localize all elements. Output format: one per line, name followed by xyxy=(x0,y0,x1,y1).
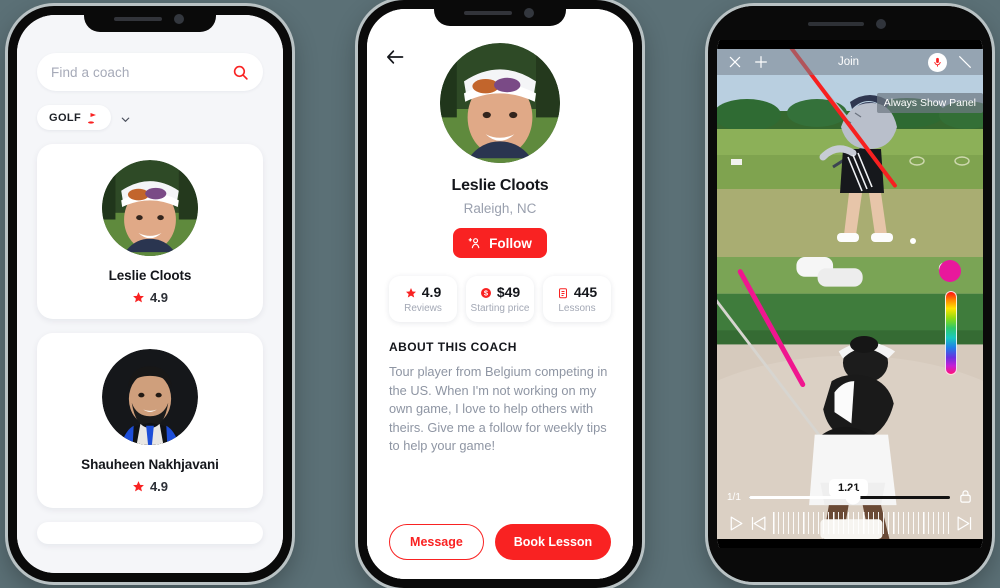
stat-label: Lessons xyxy=(558,303,596,314)
next-frame-icon[interactable] xyxy=(956,515,973,532)
phone-1-frame: Find a coach GOLF Leslie Cloots 4.9 Shau… xyxy=(8,6,292,582)
front-camera xyxy=(876,19,886,29)
about-body: Tour player from Belgium competing in th… xyxy=(389,364,608,454)
phone-3-screen: Join Always Show Panel 1.21 1/1 xyxy=(717,15,983,573)
chevron-down-icon[interactable] xyxy=(120,112,131,123)
line-tool-icon[interactable] xyxy=(957,54,973,70)
lock-icon[interactable] xyxy=(958,489,973,506)
stat-starting-price[interactable]: $ $49 Starting price xyxy=(466,276,534,322)
search-icon[interactable] xyxy=(232,64,249,81)
selected-color-swatch[interactable] xyxy=(939,260,961,282)
seek-handle[interactable] xyxy=(845,489,861,505)
phone-2-frame: Leslie Cloots Raleigh, NC Follow 4.9 Rev… xyxy=(358,0,642,588)
seek-slider[interactable] xyxy=(748,489,950,505)
filter-chip-golf[interactable]: GOLF xyxy=(37,105,112,130)
stat-value-row: 445 xyxy=(557,284,597,300)
book-lesson-button[interactable]: Book Lesson xyxy=(494,524,611,560)
video-analysis-screen: Join Always Show Panel 1.21 1/1 xyxy=(717,15,983,573)
coach-rating: 4.9 xyxy=(132,479,168,494)
screenshot-stage: Find a coach GOLF Leslie Cloots 4.9 Shau… xyxy=(0,0,1000,588)
avatar xyxy=(440,43,560,163)
phone-top-bezel xyxy=(708,6,992,40)
stat-value: 4.9 xyxy=(421,284,442,300)
profile-action-bar: Message Book Lesson xyxy=(367,517,633,579)
coach-rating-value: 4.9 xyxy=(149,479,169,494)
follow-button-label: Follow xyxy=(489,235,532,251)
coach-card[interactable]: Shauheen Nakhjavani 4.9 xyxy=(37,333,263,508)
stat-value-row: $ $49 xyxy=(480,284,520,300)
golfer-driving-range-video[interactable] xyxy=(717,49,983,257)
message-button[interactable]: Message xyxy=(389,524,484,560)
follow-button[interactable]: Follow xyxy=(453,228,547,258)
transport-row xyxy=(727,511,973,535)
earpiece-speaker xyxy=(808,22,864,26)
profile-scroll-area: Leslie Cloots Raleigh, NC Follow 4.9 Rev… xyxy=(367,9,633,517)
profile-location: Raleigh, NC xyxy=(463,201,537,216)
coach-name: Leslie Cloots xyxy=(108,268,192,283)
search-input[interactable]: Find a coach xyxy=(51,65,232,80)
stat-value-row: 4.9 xyxy=(405,284,441,300)
playback-controls: 1.21 1/1 xyxy=(717,479,983,539)
stat-reviews[interactable]: 4.9 Reviews xyxy=(389,276,457,322)
dollar-coin-icon: $ xyxy=(480,286,492,298)
front-camera xyxy=(174,14,184,24)
profile-hero: Leslie Cloots Raleigh, NC Follow xyxy=(389,43,611,258)
video-toolbar: Join xyxy=(717,49,983,75)
coach-search-screen: Find a coach GOLF Leslie Cloots 4.9 Shau… xyxy=(17,15,283,573)
always-show-panel-label[interactable]: Always Show Panel xyxy=(876,93,983,113)
about-heading: ABOUT THIS COACH xyxy=(389,340,517,354)
microphone-icon[interactable] xyxy=(928,52,947,72)
page-title: Leslie Cloots xyxy=(451,177,549,194)
filter-chip-label: GOLF xyxy=(49,111,82,124)
person-add-icon xyxy=(468,236,482,250)
color-spectrum-slider[interactable] xyxy=(945,291,957,375)
coach-profile-screen: Leslie Cloots Raleigh, NC Follow 4.9 Rev… xyxy=(367,9,633,579)
scrubber-major-ticks xyxy=(773,512,950,534)
play-icon[interactable] xyxy=(727,515,744,532)
phone-bottom-bezel xyxy=(708,548,992,582)
star-icon xyxy=(132,291,145,304)
search-bar[interactable]: Find a coach xyxy=(37,53,263,91)
phone-2-screen: Leslie Cloots Raleigh, NC Follow 4.9 Rev… xyxy=(367,9,633,579)
back-arrow-icon[interactable] xyxy=(385,47,405,67)
stat-label: Reviews xyxy=(404,303,442,314)
coach-rating: 4.9 xyxy=(132,290,168,305)
star-icon xyxy=(132,480,145,493)
stat-label: Starting price xyxy=(470,303,530,314)
stat-value: $49 xyxy=(496,284,521,300)
avatar xyxy=(102,160,198,256)
star-icon xyxy=(405,286,417,298)
frame-scrubber[interactable] xyxy=(773,512,950,534)
coach-card-list: Leslie Cloots 4.9 Shauheen Nakhjavani 4.… xyxy=(37,144,263,544)
earpiece-speaker xyxy=(114,17,162,21)
frame-index-label: 1/1 xyxy=(727,491,741,503)
coach-name: Shauheen Nakhjavani xyxy=(81,457,219,472)
stats-row: 4.9 Reviews $ $49 Starting price 445 Les… xyxy=(389,276,611,322)
close-x-icon[interactable] xyxy=(727,54,743,70)
avatar xyxy=(102,349,198,445)
plus-icon[interactable] xyxy=(753,54,769,70)
phone-3-frame: Join Always Show Panel 1.21 1/1 xyxy=(708,6,992,582)
toolbar-title[interactable]: Join xyxy=(779,56,918,68)
phone-notch xyxy=(84,6,216,32)
previous-frame-icon[interactable] xyxy=(750,515,767,532)
coach-rating-value: 4.9 xyxy=(149,290,169,305)
stat-value: 445 xyxy=(573,284,598,300)
earpiece-speaker xyxy=(464,11,512,15)
phone-notch xyxy=(434,0,566,26)
seek-progress xyxy=(748,495,854,499)
coach-card-partial[interactable] xyxy=(37,522,263,544)
coach-card[interactable]: Leslie Cloots 4.9 xyxy=(37,144,263,319)
phone-1-screen: Find a coach GOLF Leslie Cloots 4.9 Shau… xyxy=(17,15,283,573)
golf-flag-icon xyxy=(87,111,99,124)
stat-lessons[interactable]: 445 Lessons xyxy=(543,276,611,322)
clipboard-icon xyxy=(557,286,569,299)
seek-row: 1/1 xyxy=(727,487,973,507)
filter-row: GOLF xyxy=(37,105,263,130)
front-camera xyxy=(524,8,534,18)
